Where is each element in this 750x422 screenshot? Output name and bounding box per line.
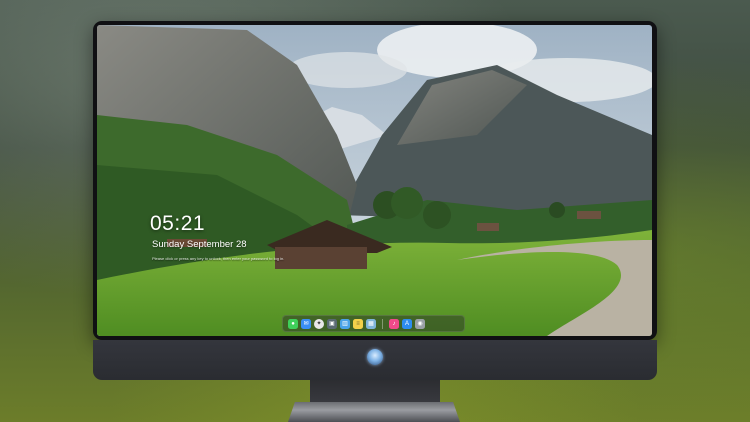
dock-separator — [382, 318, 383, 329]
calendar-icon[interactable]: ▥ — [340, 318, 350, 329]
brand-logo-icon — [367, 349, 383, 365]
app-store-icon[interactable]: A — [402, 318, 412, 329]
messages-icon[interactable]: ● — [288, 318, 298, 329]
lock-screen[interactable]: 05:21 Sunday September 28 Please click o… — [97, 25, 652, 336]
monitor-stand-base — [288, 402, 460, 422]
mail-icon[interactable]: ✉ — [301, 318, 311, 329]
unlock-hint: Please click or press any key to unlock,… — [152, 256, 285, 261]
wallpaper-landscape — [97, 25, 652, 336]
camera-icon[interactable]: ◉ — [415, 318, 425, 329]
terminal-icon[interactable]: ▣ — [327, 318, 337, 329]
preview-icon[interactable]: ▦ — [366, 318, 376, 329]
lockscreen-date: Sunday September 28 — [152, 239, 247, 250]
notes-icon[interactable]: ≡ — [353, 318, 363, 329]
safari-icon[interactable]: ✦ — [314, 318, 324, 329]
lockscreen-time: 05:21 — [150, 212, 206, 235]
dock: ● ✉ ✦ ▣ ▥ ≡ ▦ ♪ A ◉ — [282, 315, 465, 332]
music-icon[interactable]: ♪ — [389, 318, 399, 329]
